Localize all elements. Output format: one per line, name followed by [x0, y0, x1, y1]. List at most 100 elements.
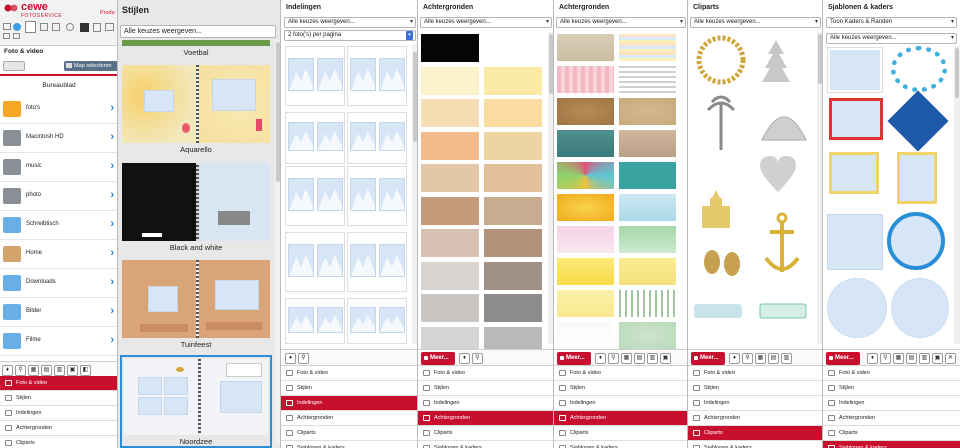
chevron-right-icon[interactable]: ›	[110, 189, 114, 201]
nav-item[interactable]: Foto & video	[823, 366, 960, 381]
tool-button-3[interactable]: ▦	[28, 365, 39, 376]
templates-filter-select[interactable]: Alle keuzes weergeven... ▾	[826, 33, 957, 44]
background-swatch[interactable]	[420, 65, 480, 96]
layout-option[interactable]	[285, 166, 345, 226]
background-swatch[interactable]	[483, 260, 543, 291]
background-texture[interactable]	[618, 33, 677, 62]
tool-button-1[interactable]: ♦	[285, 353, 296, 364]
layout-option[interactable]	[285, 232, 345, 292]
home-tool-icon[interactable]	[3, 23, 11, 30]
tool-button-6[interactable]: ▣	[932, 353, 943, 364]
tool-button-6[interactable]: ▣	[660, 353, 671, 364]
tool-button-1[interactable]: ♦	[867, 353, 878, 364]
nav-item[interactable]: Foto & video	[688, 366, 822, 381]
product-tab[interactable]: Produ	[100, 10, 115, 16]
nav-item[interactable]: Indelingen	[418, 396, 553, 411]
undo-icon[interactable]	[66, 23, 74, 31]
more-button[interactable]: Meer...	[691, 352, 725, 365]
background-texture[interactable]	[618, 257, 677, 286]
style-card-top-partial[interactable]	[122, 40, 270, 46]
tool-button-5[interactable]: ▥	[647, 353, 658, 364]
nav-item[interactable]: Sjablonen & kaders	[688, 441, 822, 448]
background-swatch[interactable]	[420, 260, 480, 291]
scissors-tool-icon[interactable]	[40, 23, 48, 31]
templates-scrollbar[interactable]	[954, 46, 960, 344]
grid-icon[interactable]	[13, 33, 20, 39]
nav-item[interactable]: Cliparts	[281, 426, 417, 441]
source-item[interactable]: music ›	[0, 154, 117, 182]
background-texture[interactable]	[556, 33, 615, 62]
source-item[interactable]: foto's ›	[0, 96, 117, 124]
nav-item[interactable]: Achtergronden	[554, 411, 687, 426]
cut-icon[interactable]	[3, 33, 10, 39]
trash-icon[interactable]: ✕	[945, 353, 956, 364]
back-button[interactable]	[3, 61, 25, 71]
tool-button-1[interactable]: ♦	[2, 365, 13, 376]
tool-button-5[interactable]: ▥	[781, 353, 792, 364]
layouts-filter-select[interactable]: Alle keuzes weergeven... ▾	[284, 17, 416, 28]
tool-button-1[interactable]: ♦	[595, 353, 606, 364]
tool-button-2[interactable]: ⚲	[880, 353, 891, 364]
background-texture[interactable]	[556, 257, 615, 286]
background-swatch[interactable]	[483, 163, 543, 193]
tool-button-4[interactable]: ▤	[768, 353, 779, 364]
background-texture[interactable]	[618, 193, 677, 222]
nav-item[interactable]: Achtergronden	[418, 411, 553, 426]
background-swatch[interactable]	[420, 33, 480, 63]
tool-button-3[interactable]: ▦	[621, 353, 632, 364]
background-swatch[interactable]	[483, 130, 543, 161]
layouts-per-page-select[interactable]: 2 foto('s) per pagina ▾	[284, 30, 416, 41]
tool-button-2[interactable]: ⚲	[608, 353, 619, 364]
background-swatch[interactable]	[420, 228, 480, 258]
source-item[interactable]: Macintosh HD ›	[0, 125, 117, 153]
style-card-aquarello[interactable]: Aquarello	[122, 65, 270, 157]
templates-type-select[interactable]: Toon Kaders & Randen ▾	[826, 17, 957, 28]
nav-item[interactable]: Stijlen	[281, 381, 417, 396]
layout-option[interactable]	[347, 112, 407, 164]
print-icon[interactable]	[105, 23, 114, 31]
nav-item[interactable]: Indelingen	[688, 396, 822, 411]
nav-item[interactable]: Indelingen	[281, 396, 417, 411]
background-swatch[interactable]	[483, 195, 543, 226]
layout-option[interactable]	[347, 46, 407, 106]
tool-button-5[interactable]: ▥	[919, 353, 930, 364]
background-texture[interactable]	[618, 225, 677, 254]
style-card-tuinfeest[interactable]: Tuinfeest	[122, 260, 270, 352]
tool-button-7[interactable]: ◧	[80, 365, 91, 376]
background-texture[interactable]	[618, 129, 677, 158]
source-item[interactable]: Home ›	[0, 241, 117, 269]
background-texture[interactable]	[556, 321, 615, 350]
tool-button-4[interactable]: ▤	[906, 353, 917, 364]
style-card-noordzee[interactable]: Noordzee	[120, 355, 272, 448]
background-texture[interactable]	[618, 289, 677, 318]
copy-icon[interactable]	[93, 23, 101, 32]
nav-item[interactable]: Stijlen	[688, 381, 822, 396]
chevron-right-icon[interactable]: ›	[110, 247, 114, 259]
tool-button-2[interactable]: ⚲	[742, 353, 753, 364]
nav-item[interactable]: Sjablonen & kaders	[281, 441, 417, 448]
nav-item[interactable]: Cliparts	[554, 426, 687, 441]
layout-option[interactable]	[347, 298, 407, 344]
style-card-black-white[interactable]: Black and white	[122, 163, 270, 255]
nav-item[interactable]: Indelingen	[0, 406, 117, 421]
background-texture[interactable]	[618, 97, 677, 126]
nav-item[interactable]: Stijlen	[554, 381, 687, 396]
background-swatch[interactable]	[420, 130, 480, 161]
nav-item[interactable]: Foto & video	[418, 366, 553, 381]
tool-button-2[interactable]: ⚲	[472, 353, 483, 364]
background-swatch[interactable]	[420, 98, 480, 128]
background-swatch[interactable]	[483, 65, 543, 96]
background-swatch[interactable]	[483, 33, 543, 63]
background-texture[interactable]	[556, 97, 615, 126]
tool-button-1[interactable]: ♦	[729, 353, 740, 364]
nav-item[interactable]: Stijlen	[823, 381, 960, 396]
layout-option[interactable]	[347, 232, 407, 292]
tool-button-1[interactable]: ♦	[459, 353, 470, 364]
background-texture[interactable]	[618, 321, 677, 350]
nav-item[interactable]: Foto & video	[0, 376, 117, 391]
background-swatch[interactable]	[483, 98, 543, 128]
nav-item[interactable]: Foto & video	[281, 366, 417, 381]
tool-button-3[interactable]: ▦	[893, 353, 904, 364]
photo-tool-icon[interactable]	[25, 21, 36, 33]
background-texture[interactable]	[556, 65, 615, 94]
